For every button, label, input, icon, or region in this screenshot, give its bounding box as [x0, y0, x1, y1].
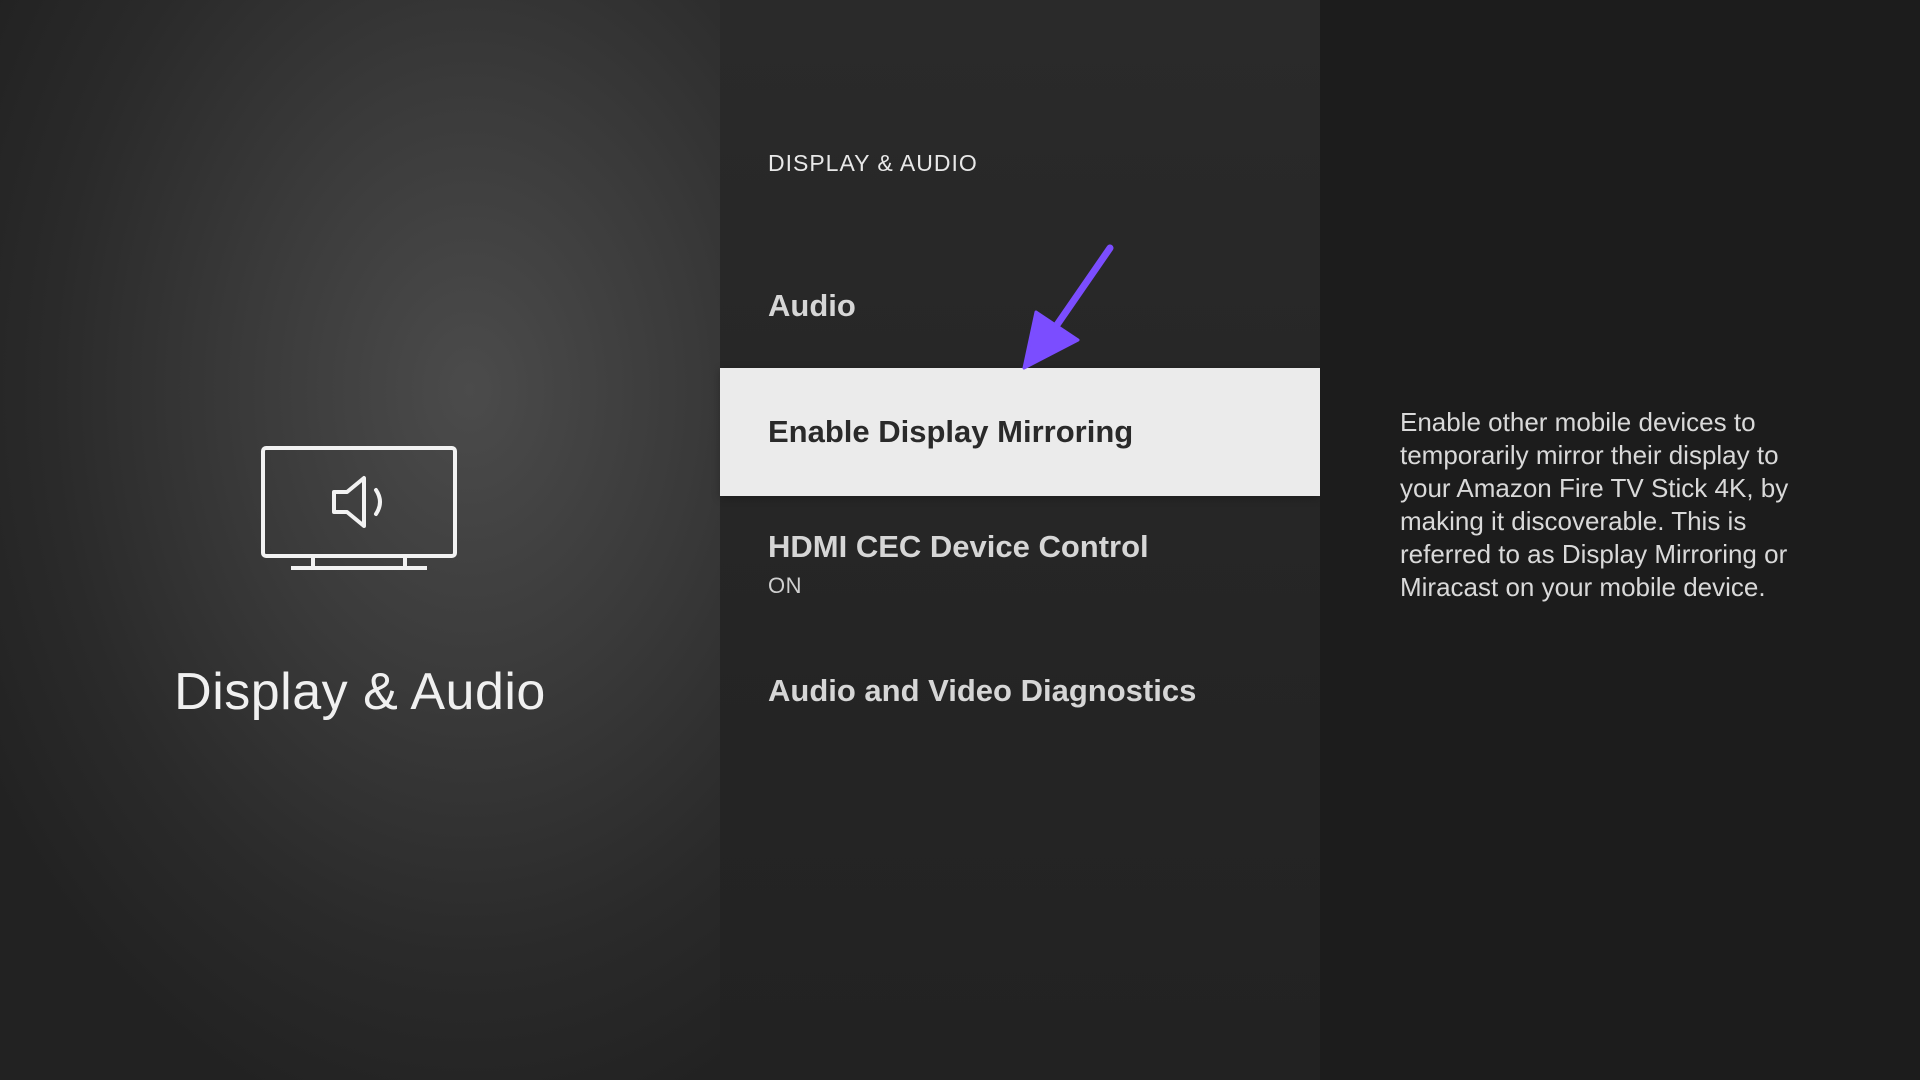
menu-item-label: Audio and Video Diagnostics	[768, 673, 1197, 708]
category-title: Display & Audio	[174, 663, 546, 721]
description-text: Enable other mobile devices to temporari…	[1400, 407, 1789, 602]
settings-screen: Display & Audio DISPLAY & AUDIO Audio En…	[0, 0, 1920, 1080]
menu-item-hdmi-cec[interactable]: HDMI CEC Device Control ON	[720, 529, 1320, 599]
description-panel: Enable other mobile devices to temporari…	[1320, 0, 1920, 1080]
menu-item-status: ON	[768, 573, 802, 598]
menu-heading: DISPLAY & AUDIO	[768, 150, 978, 176]
category-panel: Display & Audio	[0, 0, 720, 1080]
arrow-pointer-icon	[1022, 244, 1114, 370]
menu-item-av-diagnostics[interactable]: Audio and Video Diagnostics	[720, 673, 1320, 709]
menu-item-label: Enable Display Mirroring	[768, 414, 1134, 449]
settings-menu: DISPLAY & AUDIO Audio Enable Display Mir…	[720, 0, 1320, 1080]
menu-item-label: Audio	[768, 288, 856, 323]
tv-speaker-icon	[261, 446, 457, 570]
menu-item-label: HDMI CEC Device Control	[768, 529, 1149, 564]
menu-item-enable-display-mirroring[interactable]: Enable Display Mirroring	[720, 368, 1320, 496]
